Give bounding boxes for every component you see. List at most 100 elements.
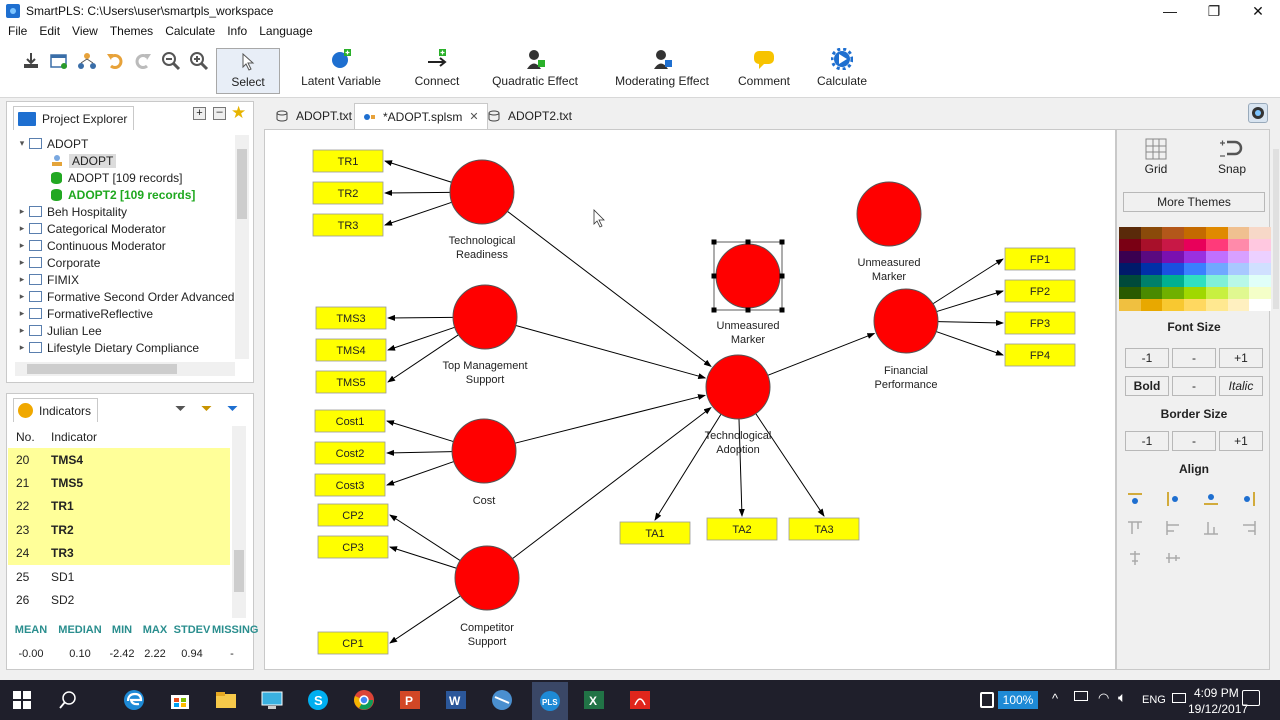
menu-view[interactable]: View	[66, 24, 104, 38]
tree-item[interactable]: ▸ Lifestyle Dietary Compliance	[15, 339, 237, 356]
menu-themes[interactable]: Themes	[104, 24, 159, 38]
resize-handle[interactable]	[745, 307, 751, 313]
close-button[interactable]: ✕	[1236, 0, 1280, 22]
latent-variable-tool[interactable]: Latent Variable	[301, 46, 381, 94]
path-arrow[interactable]	[507, 210, 712, 368]
snap-button[interactable]: Snap	[1215, 138, 1249, 180]
resize-handle[interactable]	[779, 239, 785, 245]
project-tree-hscrollbar[interactable]	[15, 362, 235, 376]
resize-handle[interactable]	[711, 307, 717, 313]
undo-icon[interactable]	[104, 50, 126, 72]
color-swatch[interactable]	[1205, 275, 1228, 287]
resize-handle[interactable]	[779, 273, 785, 279]
project-tree-hscroll-thumb[interactable]	[27, 364, 177, 374]
tree-item[interactable]: ADOPT2 [109 records]	[15, 186, 237, 203]
color-swatch[interactable]	[1205, 251, 1228, 263]
resize-handle[interactable]	[745, 239, 751, 245]
loading-arrow[interactable]	[936, 290, 1004, 313]
color-swatch[interactable]	[1184, 287, 1206, 299]
project-explorer-tab[interactable]: Project Explorer	[13, 106, 135, 130]
color-swatch[interactable]	[1119, 299, 1141, 311]
more-themes-button[interactable]: More Themes	[1123, 192, 1265, 212]
italic-button[interactable]: Italic	[1219, 376, 1263, 396]
loading-arrow[interactable]	[932, 258, 1004, 305]
tree-item[interactable]: ADOPT [109 records]	[15, 169, 237, 186]
resize-handle[interactable]	[711, 239, 717, 245]
table-row[interactable]: 23 TR2	[8, 518, 230, 542]
menu-edit[interactable]: Edit	[33, 24, 66, 38]
search-icon[interactable]	[56, 688, 80, 712]
resize-handle[interactable]	[779, 307, 785, 313]
clock-time[interactable]: 4:09 PM	[1194, 686, 1239, 700]
notifications-icon[interactable]	[1242, 690, 1260, 706]
color-swatch[interactable]	[1140, 263, 1163, 275]
color-swatch[interactable]	[1205, 263, 1228, 275]
color-swatch[interactable]	[1249, 299, 1271, 311]
loading-arrow[interactable]	[755, 413, 825, 517]
color-swatch[interactable]	[1162, 263, 1185, 275]
color-swatch[interactable]	[1249, 275, 1271, 287]
color-swatch[interactable]	[1119, 275, 1141, 287]
start-windows-icon[interactable]	[10, 688, 34, 712]
distribute-bottom-icon[interactable]	[1203, 520, 1219, 536]
calculate-tool[interactable]: Calculate	[816, 46, 868, 94]
color-swatch[interactable]	[1205, 239, 1228, 251]
color-swatch[interactable]	[1140, 275, 1163, 287]
table-row[interactable]: 25 SD1	[8, 565, 230, 588]
menu-calculate[interactable]: Calculate	[159, 24, 221, 38]
color-swatch[interactable]	[1119, 239, 1141, 251]
tree-item[interactable]: ▸ Corporate	[15, 254, 237, 271]
loading-arrow[interactable]	[384, 201, 452, 226]
color-swatch[interactable]	[1249, 287, 1271, 299]
color-swatch[interactable]	[1184, 251, 1206, 263]
table-row[interactable]: 24 TR3	[8, 541, 230, 565]
color-swatch[interactable]	[1205, 299, 1228, 311]
border-increase-button[interactable]: +1	[1219, 431, 1263, 451]
excel-icon[interactable]: X	[582, 688, 606, 712]
menu-language[interactable]: Language	[253, 24, 318, 38]
table-row[interactable]: 22 TR1	[8, 494, 230, 519]
zoom-out-icon[interactable]	[160, 50, 182, 72]
acrobat-icon[interactable]	[628, 688, 652, 712]
filter-blue-icon[interactable]: ⏷	[227, 400, 238, 417]
properties-scroll-thumb[interactable]	[1273, 149, 1279, 309]
tab-adopt2-txt[interactable]: ADOPT2.txt	[480, 103, 580, 129]
power-icon[interactable]	[1074, 691, 1088, 701]
tree-item[interactable]: ▸ Categorical Moderator	[15, 220, 237, 237]
color-swatch[interactable]	[1162, 275, 1185, 287]
wifi-icon[interactable]: ◠	[1098, 690, 1109, 706]
battery-indicator[interactable]: 100%	[998, 691, 1038, 709]
color-swatch[interactable]	[1119, 263, 1141, 275]
chevron-right-icon[interactable]: ▸	[15, 308, 29, 319]
path-arrow[interactable]	[515, 325, 707, 379]
loading-arrow[interactable]	[936, 331, 1004, 356]
color-swatch[interactable]	[1184, 239, 1206, 251]
font-increase-button[interactable]: +1	[1219, 348, 1263, 368]
properties-scrollbar[interactable]	[1272, 129, 1280, 670]
computer-icon[interactable]	[260, 688, 284, 712]
zoom-in-icon[interactable]	[188, 50, 210, 72]
menu-file[interactable]: File	[2, 24, 33, 38]
skype-icon[interactable]: S	[306, 688, 330, 712]
favorite-star-icon[interactable]: ★	[231, 103, 246, 123]
loading-arrow[interactable]	[389, 546, 457, 569]
color-swatch[interactable]	[1249, 227, 1271, 239]
path-arrow[interactable]	[514, 394, 707, 444]
construct-fp[interactable]	[873, 288, 939, 354]
color-swatch[interactable]	[1140, 239, 1163, 251]
restore-button[interactable]: ❐	[1192, 0, 1236, 22]
keyboard-icon[interactable]	[1172, 693, 1186, 703]
font-reset-button[interactable]: -	[1172, 348, 1216, 368]
select-tool-button[interactable]: Select	[216, 48, 280, 94]
color-swatch[interactable]	[1119, 287, 1141, 299]
table-row[interactable]: 26 SD2	[8, 588, 230, 611]
tree-item[interactable]: ▸ FIMIX	[15, 271, 237, 288]
align-bottom-icon[interactable]	[1203, 491, 1219, 507]
table-row[interactable]: 21 TMS5	[8, 471, 230, 495]
chevron-right-icon[interactable]: ▸	[15, 240, 29, 251]
tree-item[interactable]: ▸ FormativeReflective	[15, 305, 237, 322]
color-swatch[interactable]	[1227, 227, 1250, 239]
color-palette[interactable]	[1119, 227, 1271, 311]
loading-arrow[interactable]	[389, 595, 461, 644]
construct-cs[interactable]	[454, 545, 520, 611]
